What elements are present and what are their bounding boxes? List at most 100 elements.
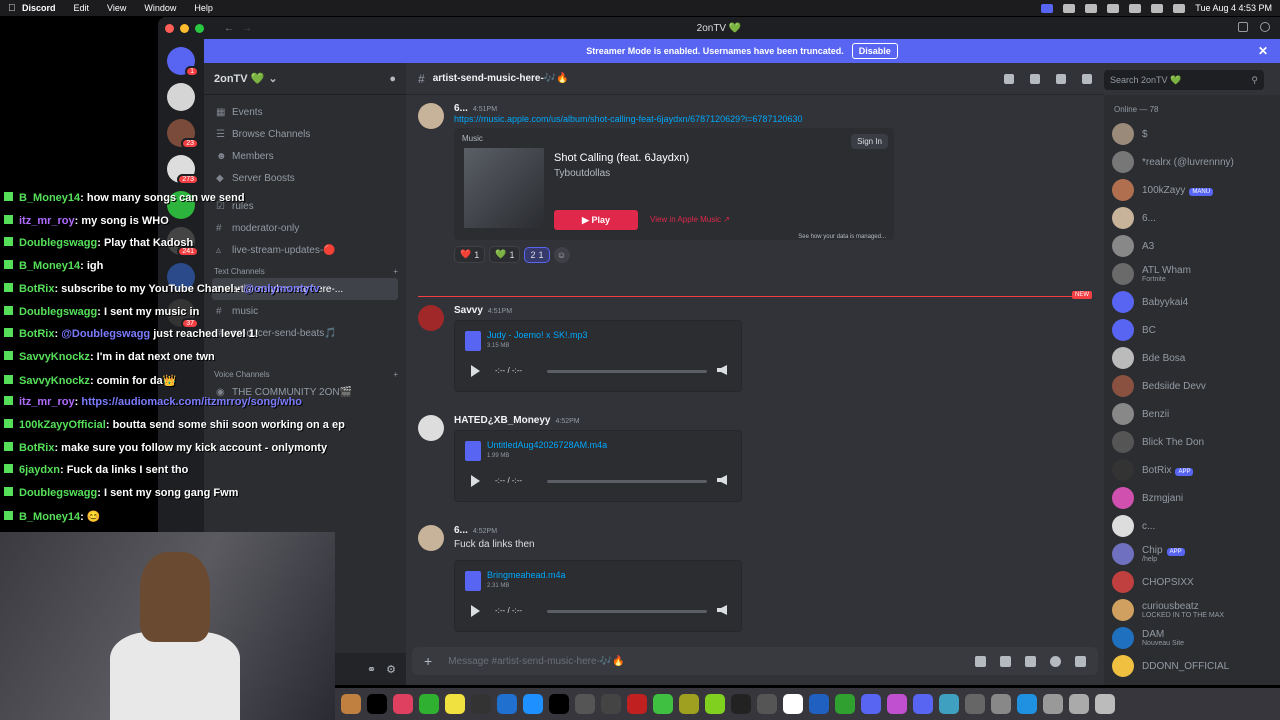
composer-placeholder[interactable]: Message #artist-send-music-here-🎶🔥 [448,656,625,667]
dock-app-icon[interactable] [575,694,595,714]
avatar[interactable] [1112,515,1134,537]
member-item[interactable]: 100kZayy MANU [1112,176,1272,204]
dock-app-icon[interactable] [367,694,387,714]
message-author[interactable]: HATED¿XB_Moneyy [454,415,551,426]
help-icon[interactable] [1260,22,1270,32]
dock-app-icon[interactable] [1043,694,1063,714]
attach-plus-icon[interactable]: + [424,653,432,669]
member-item[interactable]: A3 [1112,232,1272,260]
settings-gear-icon[interactable]: ⚙ [386,663,396,676]
dock-app-icon[interactable] [913,694,933,714]
avatar[interactable] [1112,431,1134,453]
dock-app-icon[interactable] [783,694,803,714]
audio-progress-bar[interactable] [547,370,707,373]
threads-icon[interactable] [1004,73,1014,84]
avatar[interactable] [1112,375,1134,397]
disable-streamer-button[interactable]: Disable [851,43,898,59]
file-name[interactable]: Judy - Joemo! x SK!.mp3 [487,330,588,340]
sign-in-button[interactable]: Sign In [851,134,888,149]
menu-edit[interactable]: Edit [74,3,90,13]
member-item[interactable]: Benzii [1112,400,1272,428]
reaction-green-heart[interactable]: 💚 1 [489,246,521,263]
sticker-icon[interactable] [1025,655,1036,667]
member-item[interactable]: DDONN_OFFICIAL [1112,652,1272,680]
member-item[interactable]: c... [1112,512,1272,540]
nav-server-boosts[interactable]: ◆ Server Boosts [212,167,398,189]
member-item[interactable]: Bedsiide Devv [1112,372,1272,400]
member-item[interactable]: $ [1112,120,1272,148]
nav-events[interactable]: ▦ Events [212,101,398,123]
embed-song-title[interactable]: Shot Calling (feat. 6Jaydxn) [554,152,689,164]
avatar[interactable] [418,525,444,551]
album-art[interactable] [464,148,544,228]
member-list-icon[interactable] [1082,73,1092,84]
close-icon[interactable]: ✕ [1258,44,1268,58]
dock-app-icon[interactable] [939,694,959,714]
dock-app-icon[interactable] [419,694,439,714]
avatar[interactable] [1112,571,1134,593]
member-item[interactable]: 6... [1112,204,1272,232]
member-item[interactable]: Bzmgjani [1112,484,1272,512]
member-item[interactable]: Chip APP/help [1112,540,1272,568]
dock-app-icon[interactable] [471,694,491,714]
apps-icon[interactable] [1075,655,1086,667]
dock-app-icon[interactable] [705,694,725,714]
dock-app-icon[interactable] [523,694,543,714]
avatar[interactable] [418,103,444,129]
view-in-apple-music-link[interactable]: View in Apple Music ↗ [650,215,730,224]
data-notice[interactable]: See how your data is managed... [798,234,886,240]
reaction-two[interactable]: 21 [524,246,550,263]
avatar[interactable] [1112,235,1134,257]
member-item[interactable]: *realrx (@luvrennny) [1112,148,1272,176]
dock-app-icon[interactable] [1017,694,1037,714]
dock-app-icon[interactable] [1095,694,1115,714]
search-icon[interactable] [1173,3,1186,13]
menu-help[interactable]: Help [194,3,213,13]
battery-icon[interactable] [1129,3,1142,13]
avatar[interactable] [1112,319,1134,341]
server-icon[interactable]: 273 [167,155,199,185]
headset-icon[interactable]: ⚭ [367,663,376,676]
volume-icon[interactable] [717,365,727,375]
dock-app-icon[interactable] [1069,694,1089,714]
avatar[interactable] [1112,459,1134,481]
avatar[interactable] [418,305,444,331]
bell-icon[interactable] [1030,73,1040,84]
file-name[interactable]: Bringmeahead.m4a [487,570,566,580]
apple-icon[interactable]:  [8,3,22,14]
pin-icon[interactable] [1056,73,1066,84]
audio-progress-bar[interactable] [547,480,707,483]
dock-app-icon[interactable] [965,694,985,714]
message-composer[interactable]: + Message #artist-send-music-here-🎶🔥 [412,647,1098,675]
menu-view[interactable]: View [107,3,126,13]
member-item[interactable]: ATL Wham Fortnite [1112,260,1272,288]
avatar[interactable] [1112,263,1134,285]
avatar[interactable] [1112,179,1134,201]
message-link[interactable]: https://music.apple.com/us/album/shot-ca… [454,114,894,124]
play-icon[interactable] [471,365,480,377]
message-author[interactable]: 6... [454,525,468,536]
direct-messages-icon[interactable]: 1 [167,47,199,77]
wifi-icon[interactable] [1151,3,1164,13]
menu-app[interactable]: Discord [22,3,56,13]
member-item[interactable]: Bde Bosa [1112,344,1272,372]
dock-app-icon[interactable] [679,694,699,714]
moon-icon[interactable] [1107,3,1120,13]
menu-window[interactable]: Window [144,3,176,13]
avatar[interactable] [1112,599,1134,621]
avatar[interactable] [1112,487,1134,509]
member-item[interactable]: BC [1112,316,1272,344]
dock-app-icon[interactable] [627,694,647,714]
avatar[interactable] [1112,543,1134,565]
dock-app-icon[interactable] [991,694,1011,714]
nav-members[interactable]: ☻ Members [212,145,398,167]
file-name[interactable]: UntitledAug42026728AM.m4a [487,440,607,450]
dock-app-icon[interactable] [341,694,361,714]
volume-icon[interactable] [717,475,727,485]
avatar[interactable] [1112,207,1134,229]
emoji-icon[interactable] [1050,655,1061,667]
member-item[interactable]: CHOPSIXX [1112,568,1272,596]
server-icon[interactable]: 23 [167,119,199,149]
inbox-icon[interactable] [1238,22,1248,32]
dock-app-icon[interactable] [653,694,673,714]
